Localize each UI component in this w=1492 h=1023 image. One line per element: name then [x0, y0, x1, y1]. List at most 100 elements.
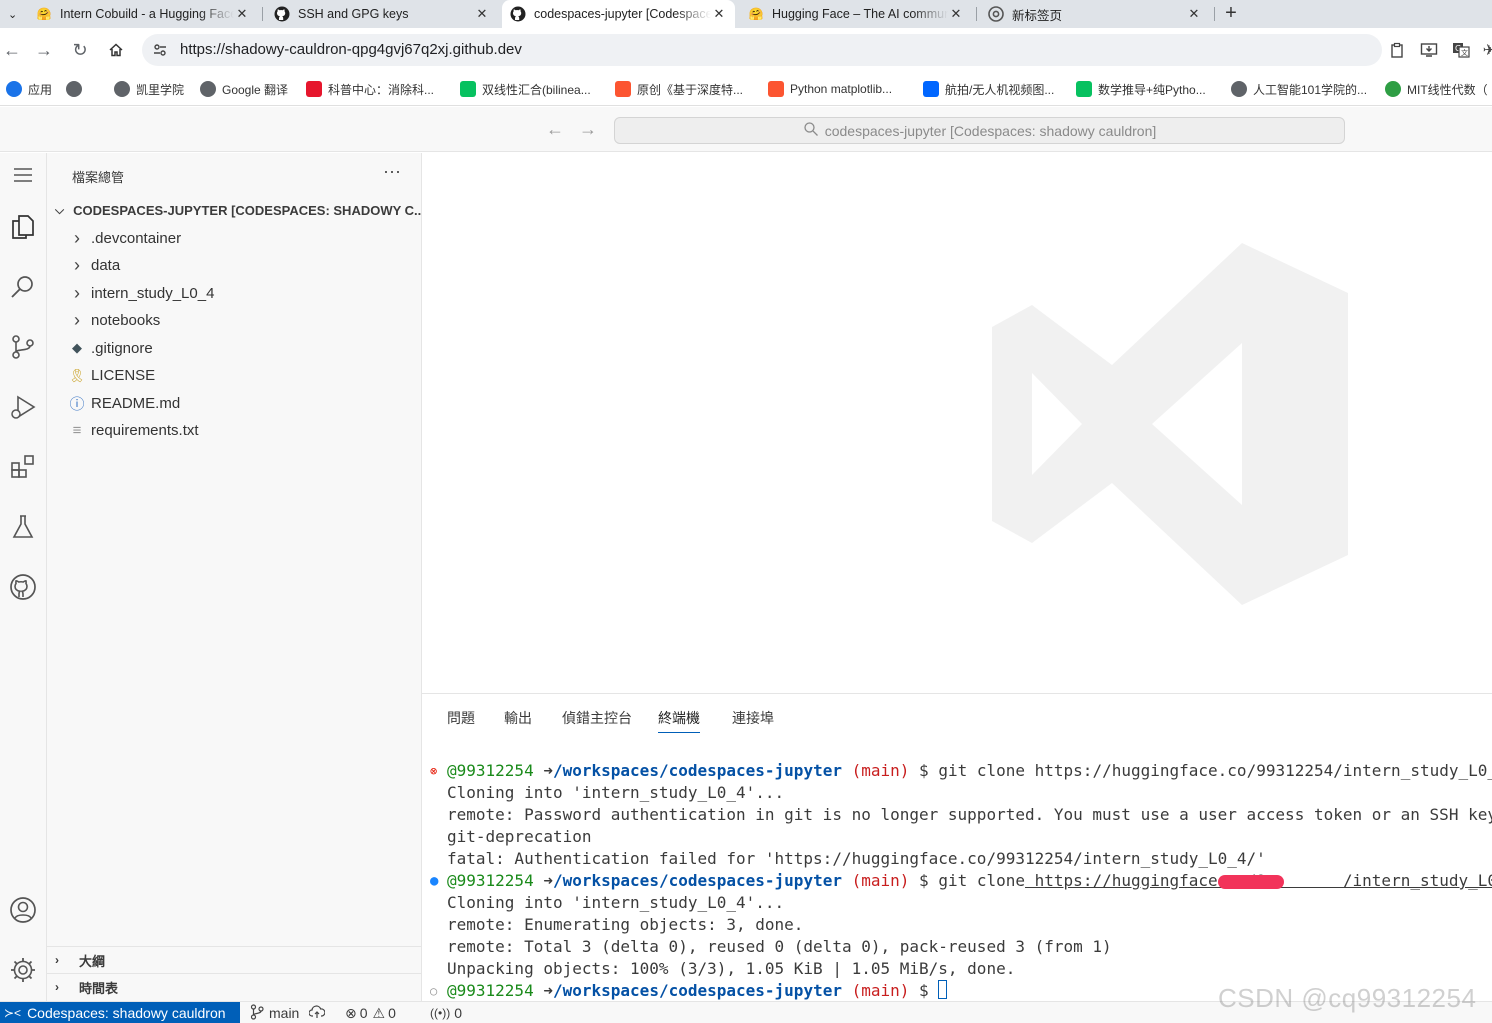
tab-terminal[interactable]: 終端機: [658, 708, 700, 733]
tree-item-devcontainer[interactable]: › .devcontainer: [47, 225, 422, 251]
bookmark-item[interactable]: 航拍/无人机视频图...: [923, 80, 1054, 98]
redaction-mark: [1218, 875, 1284, 889]
github-icon: [274, 6, 290, 22]
browser-tab-3[interactable]: 🤗 Hugging Face – The AI community ✕: [740, 0, 972, 28]
browser-tab-4[interactable]: 新标签页 ✕: [980, 0, 1210, 28]
bookmark-item[interactable]: 凯里学院: [114, 80, 184, 98]
browser-tab-strip: ⌄ 🤗 Intern Cobuild - a Hugging Face ✕ SS…: [0, 0, 1492, 28]
bookmark-item[interactable]: Python matplotlib...: [768, 80, 892, 98]
bookmark-item[interactable]: Google 翻译: [200, 80, 288, 98]
back-icon[interactable]: ←: [0, 38, 24, 62]
accounts-icon[interactable]: [3, 890, 43, 930]
remote-indicator[interactable]: ≻< Codespaces: shadowy cauldron: [0, 1002, 240, 1023]
vscode-titlebar: ← → codespaces-jupyter [Codespaces: shad…: [0, 107, 1492, 152]
command-center[interactable]: codespaces-jupyter [Codespaces: shadowy …: [614, 117, 1345, 144]
url-text: https://shadowy-cauldron-qpg4gvj67q2xj.g…: [180, 41, 522, 58]
tree-item-notebooks[interactable]: › notebooks: [47, 308, 422, 334]
bookmark-item[interactable]: 双线性汇合(bilinea...: [460, 80, 591, 98]
tree-item-label: README.md: [91, 394, 181, 412]
warning-icon: ⚠: [372, 1004, 386, 1021]
bookmark-item[interactable]: 人工智能101学院的...: [1231, 80, 1367, 98]
close-icon[interactable]: ✕: [234, 6, 250, 22]
bookmark-label: 航拍/无人机视频图...: [945, 82, 1055, 97]
close-icon[interactable]: ✕: [711, 6, 727, 22]
bookmark-label: 凯里学院: [136, 82, 185, 97]
home-icon[interactable]: [104, 38, 128, 62]
sync-icon[interactable]: [308, 1004, 326, 1022]
bookmark-label: Google 翻译: [222, 82, 289, 97]
bookmark-label: MIT线性代数（: [1407, 82, 1488, 97]
install-app-icon[interactable]: [1420, 42, 1438, 60]
bookmark-item[interactable]: [66, 80, 88, 98]
bookmark-item[interactable]: 数学推导+纯Pytho...: [1076, 80, 1206, 98]
globe-icon: [1231, 81, 1247, 97]
tree-item-gitignore[interactable]: ◆ .gitignore: [47, 335, 422, 361]
csdn-icon: [615, 81, 631, 97]
tree-item-label: LICENSE: [91, 367, 156, 384]
search-icon[interactable]: [3, 267, 43, 307]
bookmarks-bar: 应用 凯里学院 Google 翻译 科普中心：消除科... 双线性汇合(bilinea.…: [0, 72, 1492, 106]
close-icon[interactable]: ✕: [1186, 6, 1202, 22]
bookmark-item[interactable]: 科普中心：消除科...: [306, 80, 434, 98]
go-forward-icon[interactable]: →: [578, 119, 598, 140]
globe-icon: [114, 81, 130, 97]
site-info-icon[interactable]: [152, 42, 168, 58]
forward-icon[interactable]: →: [32, 38, 56, 62]
vscode-logo-icon: [992, 243, 1348, 605]
extensions-icon[interactable]: [3, 447, 43, 487]
tree-item-requirements-txt[interactable]: ≡ requirements.txt: [47, 418, 422, 444]
address-bar[interactable]: https://shadowy-cauldron-qpg4gvj67q2xj.g…: [142, 34, 1382, 66]
chrome-icon: [988, 6, 1004, 22]
terminal-cursor: [938, 980, 948, 999]
tree-item-license[interactable]: 🎗 LICENSE: [47, 363, 422, 389]
network-icon: [1385, 81, 1401, 97]
translate-icon[interactable]: G文: [1452, 42, 1470, 60]
explorer-icon[interactable]: [3, 207, 43, 247]
error-circle-icon: ⊗: [430, 764, 438, 778]
go-back-icon[interactable]: ←: [545, 119, 565, 140]
problems-indicator[interactable]: ⊗ 0 ⚠ 0: [345, 1004, 396, 1022]
tab-problems[interactable]: 問題: [447, 708, 475, 732]
ports-indicator[interactable]: ((•)) 0: [430, 1004, 462, 1022]
pin-icon[interactable]: ✈: [1480, 42, 1492, 60]
terminal-line: remote: Total 3 (delta 0), reused 0 (del…: [447, 937, 1112, 956]
globe-icon: [200, 81, 216, 97]
command-center-label: codespaces-jupyter [Codespaces: shadowy …: [824, 122, 1157, 139]
branch-indicator[interactable]: main: [250, 1003, 326, 1022]
new-tab-button[interactable]: +: [1220, 0, 1242, 28]
tab-output[interactable]: 輸出: [504, 708, 532, 732]
github-icon[interactable]: [3, 567, 43, 607]
bookmark-label: 双线性汇合(bilinea...: [482, 82, 591, 97]
run-debug-icon[interactable]: [3, 387, 43, 427]
tree-item-intern-study-l0-4[interactable]: › intern_study_L0_4: [47, 280, 422, 306]
menu-icon[interactable]: [3, 155, 43, 195]
reload-icon[interactable]: ↻: [68, 38, 92, 62]
close-icon[interactable]: ✕: [474, 6, 490, 22]
chevron-right-icon: ›: [74, 255, 80, 275]
tab-debug-console[interactable]: 偵錯主控台: [562, 708, 632, 732]
browser-tab-2-active[interactable]: codespaces-jupyter [Codespaces: shadowy …: [502, 0, 735, 28]
terminal-output[interactable]: ⊗ @99312254 ➜/workspaces/codespaces-jupyt…: [422, 760, 1492, 1002]
source-control-icon[interactable]: [3, 327, 43, 367]
explorer-root-folder[interactable]: ⌵ CODESPACES-JUPYTER [CODESPACES: SHADOW…: [47, 199, 422, 221]
bookmark-item[interactable]: MIT线性代数（: [1385, 80, 1488, 98]
browser-tab-1[interactable]: SSH and GPG keys ✕: [266, 0, 498, 28]
timeline-section[interactable]: › 時間表: [47, 973, 422, 1000]
close-icon[interactable]: ✕: [948, 6, 964, 22]
bookmark-item[interactable]: 应用: [6, 80, 52, 98]
gear-icon[interactable]: [3, 950, 43, 990]
clipboard-icon[interactable]: [1388, 42, 1406, 60]
testing-icon[interactable]: [3, 507, 43, 547]
outline-label: 大綱: [79, 953, 106, 969]
browser-tab-0[interactable]: 🤗 Intern Cobuild - a Hugging Face ✕: [28, 0, 258, 28]
broadcast-icon: ((•)): [430, 1006, 451, 1020]
tree-item-data[interactable]: › data: [47, 253, 422, 279]
tab-ports[interactable]: 連接埠: [732, 708, 774, 732]
tree-item-readme-md[interactable]: ⓘ README.md: [47, 390, 422, 416]
editor-area[interactable]: [422, 153, 1492, 693]
activity-bar: [0, 153, 47, 1001]
more-actions-icon[interactable]: ···: [383, 161, 401, 182]
outline-section[interactable]: › 大綱: [47, 946, 422, 973]
bookmark-item[interactable]: 原创《基于深度特...: [615, 80, 743, 98]
hugging-face-icon: 🤗: [748, 7, 764, 21]
